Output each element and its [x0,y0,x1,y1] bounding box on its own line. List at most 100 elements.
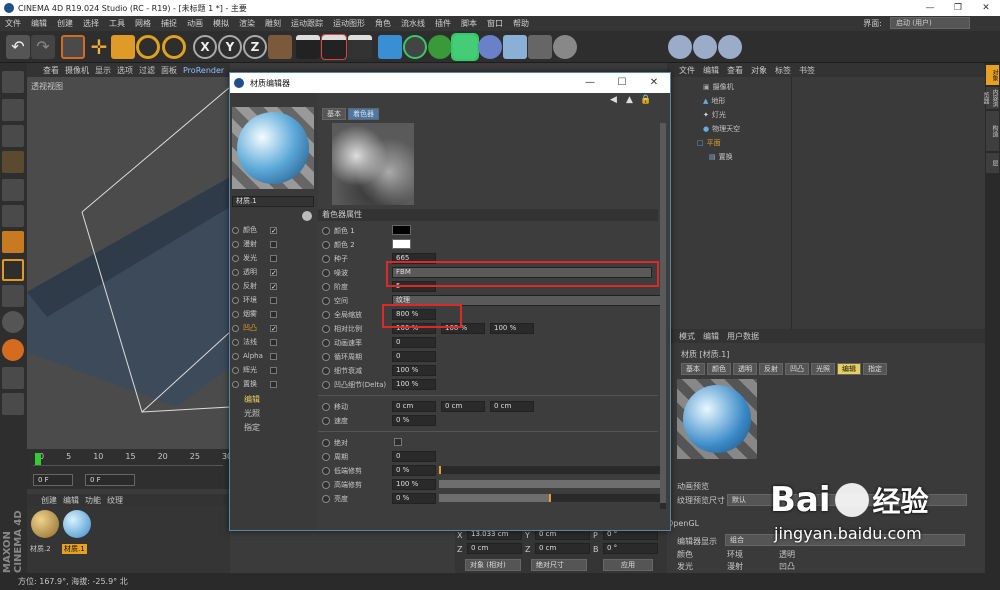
attr-tab-assign[interactable]: 指定 [863,363,887,375]
menu-window[interactable]: 窗口 [482,18,508,29]
attr-tab-color[interactable]: 颜色 [707,363,731,375]
model-mode-icon[interactable] [2,99,24,121]
attr-menu-edit[interactable]: 编辑 [703,331,719,342]
vp-menu-view[interactable]: 查看 [43,65,59,76]
minimize-button[interactable]: — [916,0,944,16]
planar-workplane-icon[interactable] [2,393,24,415]
object-row-light[interactable]: ✦ 灯光 [703,109,726,121]
menu-pipeline[interactable]: 流水线 [396,18,430,29]
obj-menu-view[interactable]: 查看 [727,65,743,76]
size-mode-select[interactable]: 绝对尺寸 [531,559,587,571]
channel-normal-check[interactable] [270,338,277,346]
material-1-label[interactable]: 材质.1 [62,544,87,554]
rtab-content-browser[interactable]: 内容浏览器 [982,87,999,109]
scale-icon[interactable] [111,35,135,59]
rotate-icon[interactable] [136,35,160,59]
low-clip-slider[interactable] [439,466,663,474]
menu-mograph[interactable]: 运动图形 [328,18,370,29]
magnet-icon[interactable] [2,339,24,361]
nav-up-icon[interactable]: ▲ [626,95,633,105]
coordinate-system-icon[interactable] [268,35,292,59]
polygons-mode-icon[interactable] [2,231,24,253]
snap-icon[interactable] [2,311,24,333]
obj-menu-file[interactable]: 文件 [679,65,695,76]
attr-tab-illumination[interactable]: 光照 [811,363,835,375]
channel-alpha-check[interactable] [270,352,277,360]
attr-tab-bump[interactable]: 凹凸 [785,363,809,375]
high-clip-slider[interactable] [439,480,663,488]
undo-icon[interactable]: ↶ [6,35,30,59]
start-frame-field[interactable]: 0 F [33,474,73,486]
rtab-layers[interactable]: 层 [986,153,999,173]
low-clip-field[interactable]: 0 % [392,465,436,476]
attr-menu-mode[interactable]: 模式 [679,331,695,342]
mat-menu-edit[interactable]: 编辑 [63,495,79,506]
channel-reflectance[interactable]: 反射 ✓ [232,280,316,292]
mat-menu-function[interactable]: 功能 [85,495,101,506]
vp-menu-camera[interactable]: 摄像机 [65,65,89,76]
redo-icon[interactable]: ↷ [31,35,55,59]
menu-tools[interactable]: 工具 [104,18,130,29]
brightness-slider[interactable] [439,494,663,502]
movement-x[interactable]: 0 cm [392,401,436,412]
move-icon[interactable]: ✛ [87,35,111,59]
channel-transparency[interactable]: 透明 ✓ [232,266,316,278]
coord-mode-select[interactable]: 对象 (相对) [465,559,521,571]
channel-fog[interactable]: 烟雾 [232,308,316,320]
viewport-3d[interactable]: 透视视图 [27,77,230,449]
channel-displacement-check[interactable] [270,380,277,388]
channel-environment[interactable]: 环境 [232,294,316,306]
menu-character[interactable]: 角色 [370,18,396,29]
dialog-minimize-button[interactable]: — [574,73,606,93]
channel-color-check[interactable]: ✓ [270,226,277,234]
vp-menu-prorender[interactable]: ProRender [183,66,224,75]
vp-menu-panel[interactable]: 面板 [161,65,177,76]
menu-select[interactable]: 选择 [78,18,104,29]
anim-speed-field[interactable]: 0 [392,337,436,348]
object-row-sky[interactable]: ● 物理天空 [703,123,740,135]
menu-animate[interactable]: 动画 [182,18,208,29]
lock-icon[interactable]: 🔒 [640,95,651,105]
delta-field[interactable]: 100 % [392,379,436,390]
channel-transparency-check[interactable]: ✓ [270,268,277,276]
channel-alpha[interactable]: Alpha [232,350,316,362]
channel-glow[interactable]: 辉光 [232,364,316,376]
brightness-field[interactable]: 0 % [392,493,436,504]
channel-luminance[interactable]: 发光 [232,252,316,264]
menu-file[interactable]: 文件 [0,18,26,29]
floor-icon[interactable] [503,35,527,59]
layout-select[interactable]: 启动 (用户) [890,17,970,29]
attr-tab-basic[interactable]: 基本 [681,363,705,375]
obj-menu-bookmarks[interactable]: 书签 [799,65,815,76]
playhead[interactable] [35,453,41,465]
light-icon[interactable] [553,35,577,59]
maximize-button[interactable]: ❐ [944,0,972,16]
color2-swatch[interactable] [392,239,411,249]
object-row-plane[interactable]: □ 平面 [697,137,721,149]
z-axis-icon[interactable]: Z [243,35,267,59]
workplane-icon[interactable] [2,151,24,173]
coord-b-field[interactable]: 0 ° [603,543,658,554]
obj-menu-object[interactable]: 对象 [751,65,767,76]
menu-plugins[interactable]: 插件 [430,18,456,29]
spheres-icon-3[interactable] [718,35,742,59]
menu-help[interactable]: 帮助 [508,18,534,29]
color1-swatch[interactable] [392,225,411,235]
vp-menu-filter[interactable]: 过滤 [139,65,155,76]
material-options-icon[interactable] [302,211,312,221]
menu-simulate[interactable]: 模拟 [208,18,234,29]
rtab-structure[interactable]: 构造 [986,111,999,151]
channel-luminance-check[interactable] [270,254,277,262]
render-to-picture-viewer-icon[interactable] [321,34,347,60]
obj-menu-tags[interactable]: 标签 [775,65,791,76]
channel-diffusion[interactable]: 漫射 [232,238,316,250]
channel-bump[interactable]: 凹凸 ✓ [232,322,316,334]
channel-environment-check[interactable] [270,296,277,304]
close-button[interactable]: ✕ [972,0,1000,16]
tweak-icon[interactable] [2,285,24,307]
y-axis-icon[interactable]: Y [218,35,242,59]
spheres-icon-2[interactable] [693,35,717,59]
spheres-icon-1[interactable] [668,35,692,59]
section-assign[interactable]: 指定 [244,422,260,433]
material-2-label[interactable]: 材质.2 [30,544,51,554]
